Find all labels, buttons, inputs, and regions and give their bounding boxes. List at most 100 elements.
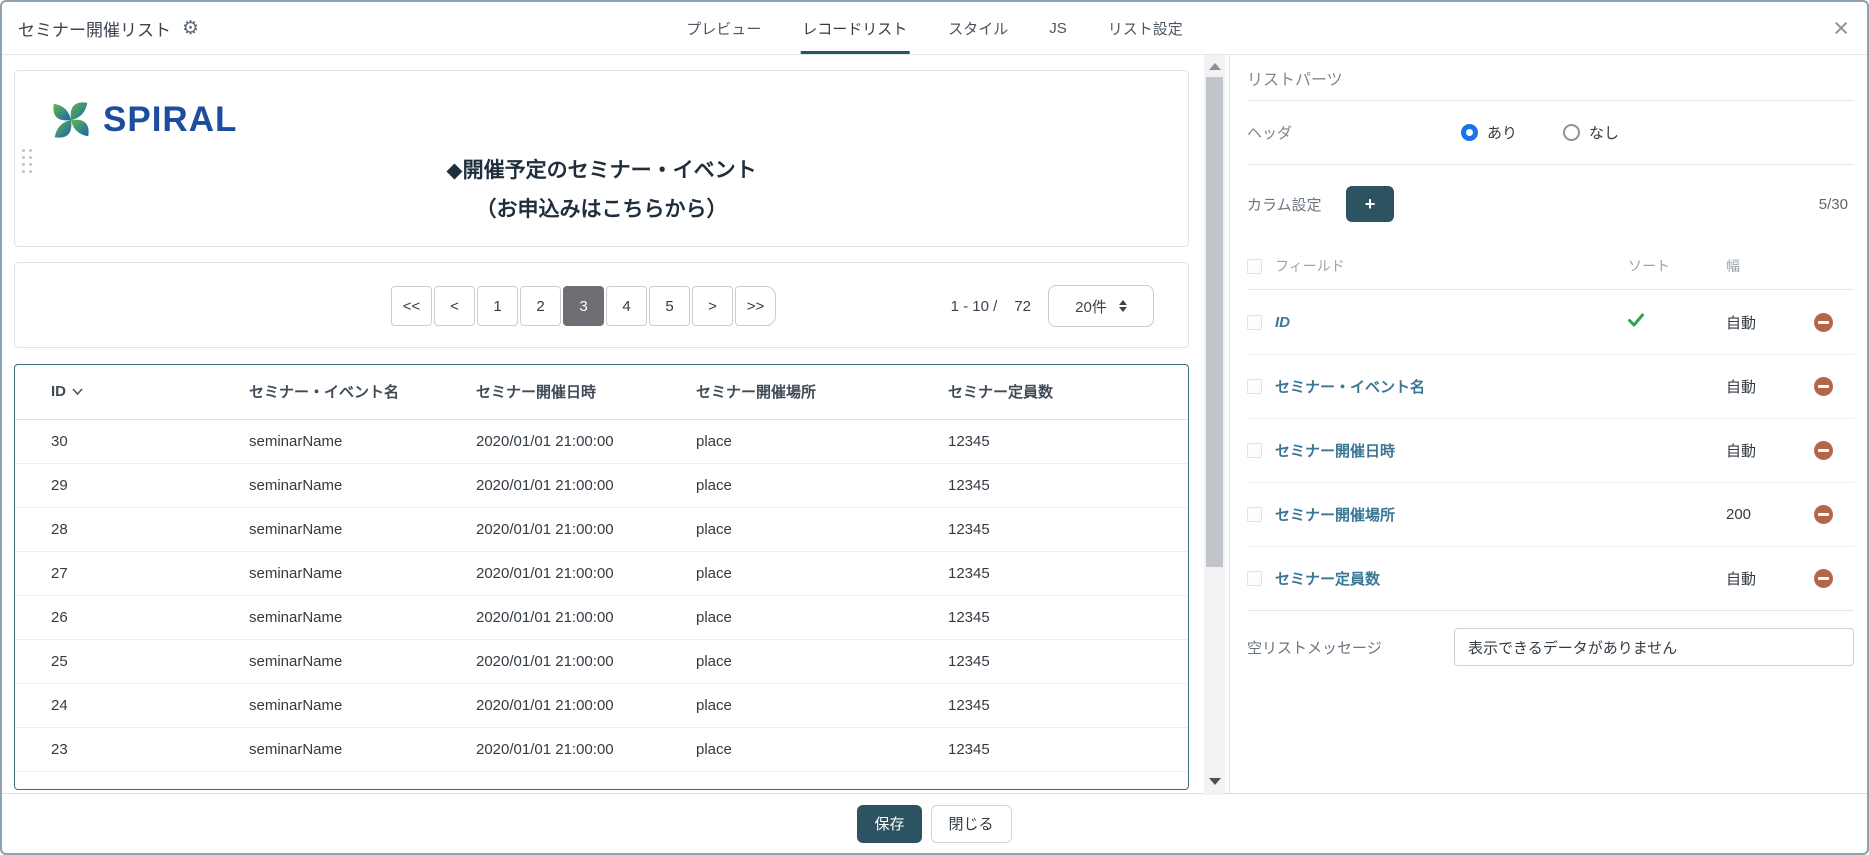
cell-place: place <box>688 595 940 640</box>
table-row: 23 seminarName 2020/01/01 21:00:00 place… <box>15 727 1188 772</box>
tab-label: スタイル <box>948 20 1009 38</box>
field-name-link[interactable]: セミナー定員数 <box>1275 571 1380 588</box>
field-row: セミナー開催日時 自動 <box>1247 418 1854 482</box>
page-size-value: 20件 <box>1075 298 1107 316</box>
cell-place: place <box>688 639 940 684</box>
title-group: セミナー開催リスト ⚙︎ <box>18 16 199 41</box>
close-icon[interactable]: × <box>1833 14 1849 42</box>
field-row: セミナー開催場所 200 <box>1247 482 1854 546</box>
table-row: 27 seminarName 2020/01/01 21:00:00 place… <box>15 551 1188 596</box>
page-button[interactable]: > <box>692 286 733 326</box>
spiral-logo-icon <box>53 102 89 138</box>
page-button[interactable]: << <box>391 286 432 326</box>
tab[interactable]: スタイル <box>946 2 1010 54</box>
radio-option[interactable]: あり <box>1461 122 1517 143</box>
tab-label: プレビュー <box>686 20 762 38</box>
remove-field-icon[interactable] <box>1814 377 1833 396</box>
cell-capacity: 12345 <box>940 419 1188 464</box>
main-area: SPIRAL ◆開催予定のセミナー・イベント （お申込みはこちらから） << <… <box>2 55 1867 795</box>
empty-message-input[interactable] <box>1454 628 1854 666</box>
field-row: セミナー定員数 自動 <box>1247 546 1854 610</box>
spiral-logo-text: SPIRAL <box>103 100 238 139</box>
remove-field-icon[interactable] <box>1814 505 1833 524</box>
column-header-id[interactable]: ID <box>15 365 241 420</box>
field-width-value: 自動 <box>1726 571 1757 588</box>
tab[interactable]: レコードリスト <box>800 2 910 54</box>
column-settings-label: カラム設定 <box>1247 196 1322 214</box>
footer-bar: 保存 閉じる <box>2 793 1867 853</box>
radio-option[interactable]: なし <box>1563 122 1619 143</box>
save-button[interactable]: 保存 <box>857 804 922 843</box>
tab[interactable]: プレビュー <box>684 2 763 54</box>
select-all-checkbox[interactable] <box>1247 258 1262 274</box>
field-width-value: 自動 <box>1726 379 1757 396</box>
cell-datetime: 2020/01/01 21:00:00 <box>468 463 688 508</box>
field-checkbox[interactable] <box>1247 507 1262 522</box>
cell-capacity: 12345 <box>940 639 1188 684</box>
page-size-select[interactable]: 20件 <box>1048 285 1154 327</box>
page-button[interactable]: 4 <box>606 286 647 326</box>
gear-icon[interactable]: ⚙︎ <box>182 19 199 38</box>
page-button[interactable]: 3 <box>563 286 604 326</box>
field-name-link[interactable]: セミナー開催場所 <box>1275 507 1395 524</box>
cell-capacity: 12345 <box>940 727 1188 772</box>
total-count: 72 <box>1014 297 1031 315</box>
left-pane-scrollbar[interactable] <box>1204 55 1225 795</box>
field-checkbox[interactable] <box>1247 379 1262 394</box>
tab[interactable]: JS <box>1047 2 1069 54</box>
field-checkbox[interactable] <box>1247 443 1262 458</box>
cell-id: 27 <box>15 551 241 596</box>
table-row: 30 seminarName 2020/01/01 21:00:00 place… <box>15 419 1188 464</box>
cell-datetime: 2020/01/01 21:00:00 <box>468 595 688 640</box>
scroll-up-icon[interactable] <box>1208 63 1221 70</box>
page-button[interactable]: 2 <box>520 286 561 326</box>
field-checkbox[interactable] <box>1247 571 1262 586</box>
tab-label: レコードリスト <box>802 20 908 38</box>
radio-label: あり <box>1487 125 1518 142</box>
cell-datetime: 2020/01/01 21:00:00 <box>468 551 688 596</box>
select-updown-icon <box>1118 300 1127 312</box>
add-column-button[interactable]: + <box>1346 186 1394 222</box>
remove-field-icon[interactable] <box>1814 569 1833 588</box>
page-button[interactable]: 1 <box>477 286 518 326</box>
field-name-link[interactable]: セミナー・イベント名 <box>1275 379 1425 396</box>
preview-heading-line2: （お申込みはこちらから） <box>475 198 728 221</box>
cell-id: 24 <box>15 683 241 728</box>
cell-id: 26 <box>15 595 241 640</box>
page-button[interactable]: < <box>434 286 475 326</box>
pagination-block: << < 1 2 3 4 5 > >> 1 - 10 / 72 20件 <box>14 262 1189 348</box>
remove-field-icon[interactable] <box>1814 441 1833 460</box>
field-width-value: 200 <box>1726 506 1752 523</box>
radio-icon[interactable] <box>1461 124 1478 141</box>
close-button[interactable]: 閉じる <box>930 804 1012 843</box>
cell-name: seminarName <box>241 683 468 728</box>
cell-name: seminarName <box>241 419 468 464</box>
cell-datetime: 2020/01/01 21:00:00 <box>468 639 688 684</box>
cell-id: 25 <box>15 639 241 684</box>
field-checkbox[interactable] <box>1247 314 1262 330</box>
cell-name: seminarName <box>241 507 468 552</box>
radio-label: なし <box>1589 125 1620 142</box>
radio-icon[interactable] <box>1563 124 1581 141</box>
page-button[interactable]: >> <box>735 286 776 326</box>
tab-bar: プレビュー レコードリスト スタイル JS リスト設定 <box>684 2 1185 54</box>
table-row: 24 seminarName 2020/01/01 21:00:00 place… <box>15 683 1188 728</box>
field-name-link[interactable]: ID <box>1275 314 1290 331</box>
remove-field-icon[interactable] <box>1814 312 1833 332</box>
cell-id: 30 <box>15 419 241 464</box>
preview-heading: ◆開催予定のセミナー・イベント （お申込みはこちらから） <box>15 151 1188 229</box>
field-list-header: フィールド ソート 幅 <box>1247 243 1854 290</box>
page-button[interactable]: 5 <box>649 286 690 326</box>
scroll-down-icon[interactable] <box>1208 778 1221 785</box>
field-name-link[interactable]: セミナー開催日時 <box>1275 443 1395 460</box>
empty-message-label: 空リストメッセージ <box>1247 639 1382 657</box>
cell-datetime: 2020/01/01 21:00:00 <box>468 727 688 772</box>
cell-name: seminarName <box>241 595 468 640</box>
header-radio-group: あり なし <box>1461 122 1619 143</box>
table-header-row: ID セミナー・イベント名 セミナー開催日時 セミナー開催場所 セミナー定員数 <box>15 365 1188 420</box>
tab[interactable]: リスト設定 <box>1106 2 1185 54</box>
scrollbar-thumb[interactable] <box>1206 77 1223 567</box>
field-column-label: フィールド <box>1275 258 1345 274</box>
field-width-value: 自動 <box>1726 314 1757 332</box>
pager: << < 1 2 3 4 5 > >> <box>391 286 776 326</box>
